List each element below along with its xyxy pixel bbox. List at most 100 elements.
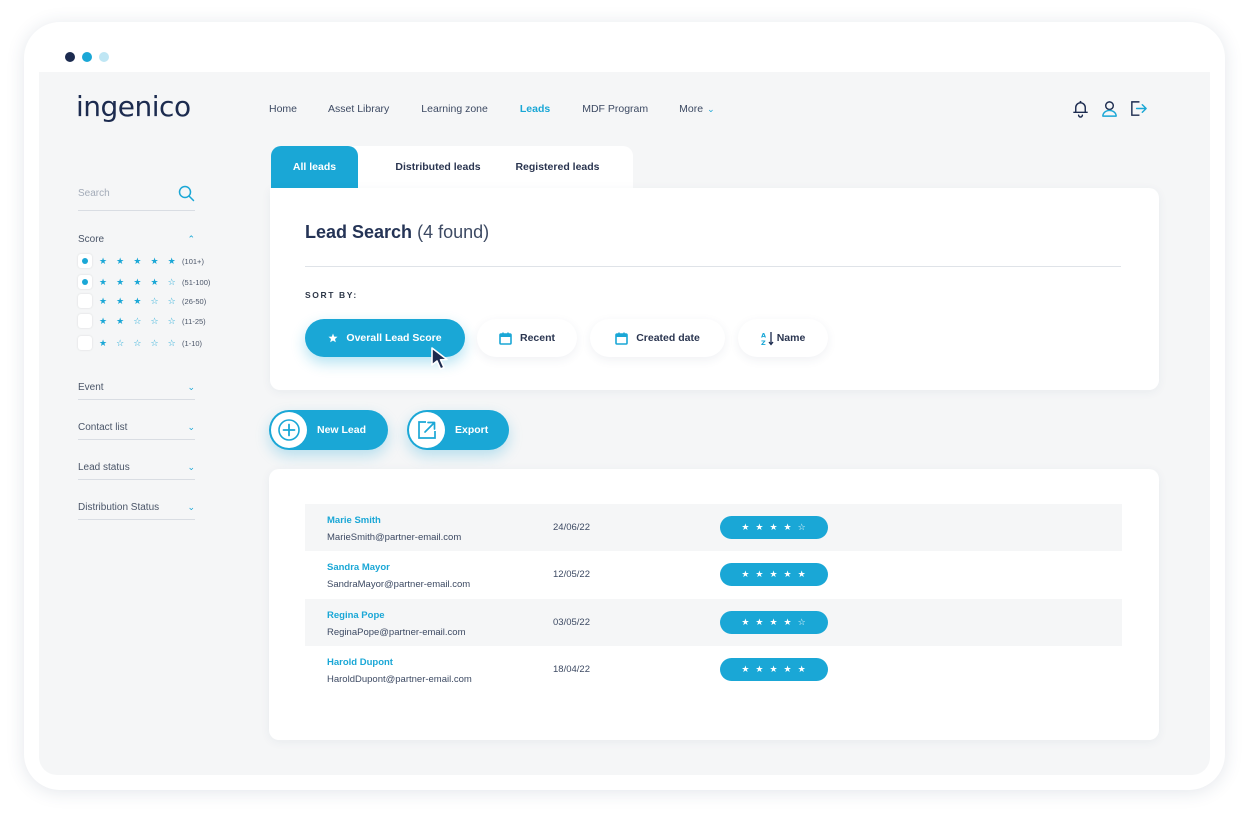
sort-alpha-icon: AZ [761,331,774,346]
score-range: (11-25) [182,316,206,326]
score-option-5[interactable]: ★ ★ ★ ★ ★ (101+) [78,254,204,268]
score-checkbox[interactable] [78,275,92,289]
user-icon[interactable] [1100,99,1119,118]
new-lead-label: New Lead [317,424,367,436]
lead-email: SandraMayor@partner-email.com [327,579,471,590]
header-icons [1071,99,1148,118]
score-range: (1-10) [182,338,203,348]
lead-name[interactable]: Sandra Mayor [327,562,390,573]
ingenico-logo[interactable]: ingenico [76,90,191,123]
nav-leads[interactable]: Leads [520,103,550,115]
table-row[interactable]: Marie Smith MarieSmith@partner-email.com… [305,504,1122,551]
export-icon [409,412,445,448]
filter-lead-status[interactable]: Lead status ⌄ [78,462,195,480]
filter-lead-status-label: Lead status [78,462,130,473]
lead-name[interactable]: Harold Dupont [327,657,393,668]
logout-icon[interactable] [1129,99,1148,118]
mouse-cursor-icon [431,347,448,370]
chevron-down-icon: ⌄ [707,104,715,114]
search-input[interactable] [78,188,168,199]
svg-text:Z: Z [761,339,766,346]
lead-date: 24/06/22 [553,522,590,533]
search-icon[interactable] [178,185,195,202]
sort-recent-label: Recent [519,332,555,344]
nav-home[interactable]: Home [269,103,297,115]
chevron-up-icon: ⌃ [187,234,195,244]
checkbox-checked-dot [82,279,88,285]
window-dot-minimize[interactable] [82,52,92,62]
export-button[interactable]: Export [407,410,509,450]
table-row[interactable]: Sandra Mayor SandraMayor@partner-email.c… [305,551,1122,598]
lead-tabs: All leads Distributed leads Registered l… [271,146,633,188]
window-dot-maximize[interactable] [99,52,109,62]
score-option-1[interactable]: ★ ☆ ☆ ☆ ☆ (1-10) [78,336,202,350]
lead-score-badge: ★★★★★ [720,563,828,586]
sort-name-button[interactable]: AZ Name [738,319,828,357]
notification-bell-icon[interactable] [1071,99,1090,118]
filter-contact-list[interactable]: Contact list ⌄ [78,422,195,440]
score-stars: ★ ★ ★ ★ ☆ [99,276,180,287]
new-lead-button[interactable]: New Lead [269,410,388,450]
tab-all-leads[interactable]: All leads [271,146,358,188]
lead-name[interactable]: Regina Pope [327,610,385,621]
lead-date: 03/05/22 [553,617,590,628]
score-filter-header[interactable]: Score ⌃ [78,234,195,245]
nav-more-label: More [679,103,704,115]
star-icon [328,333,338,343]
nav-mdf-program[interactable]: MDF Program [582,103,648,115]
score-stars: ★ ☆ ☆ ☆ ☆ [99,337,180,348]
chevron-down-icon: ⌄ [187,382,195,392]
calendar-icon [499,332,512,345]
sort-name-label: Name [776,332,806,344]
filter-distribution-status[interactable]: Distribution Status ⌄ [78,502,195,520]
lead-email: MarieSmith@partner-email.com [327,532,462,543]
score-checkbox[interactable] [78,254,92,268]
score-option-2[interactable]: ★ ★ ☆ ☆ ☆ (11-25) [78,314,206,328]
score-filter-label: Score [78,234,105,245]
sidebar-search [78,182,195,211]
lead-date: 12/05/22 [553,569,590,580]
lead-email: HaroldDupont@partner-email.com [327,674,472,685]
filter-contact-list-label: Contact list [78,422,128,433]
export-label: Export [455,424,489,436]
lead-date: 18/04/22 [553,664,590,675]
nav-learning-zone[interactable]: Learning zone [421,103,488,115]
window-dots [65,52,109,62]
sort-created-date-label: Created date [636,332,700,344]
lead-score-badge: ★★★★☆ [720,516,828,539]
lead-search-card [270,188,1159,390]
lead-score-badge: ★★★★☆ [720,611,828,634]
table-row[interactable]: Harold Dupont HaroldDupont@partner-email… [305,646,1122,693]
nav-asset-library[interactable]: Asset Library [328,103,389,115]
score-option-4[interactable]: ★ ★ ★ ★ ☆ (51-100) [78,275,210,289]
page-title: Lead Search (4 found) [305,222,489,243]
lead-email: ReginaPope@partner-email.com [327,627,466,638]
sort-label: SORT BY: [305,290,358,300]
chevron-down-icon: ⌄ [187,422,195,432]
tab-distributed-leads[interactable]: Distributed leads [378,146,498,188]
score-checkbox[interactable] [78,314,92,328]
score-option-3[interactable]: ★ ★ ★ ☆ ☆ (26-50) [78,294,206,308]
score-stars: ★ ★ ★ ★ ★ [99,255,180,266]
calendar-icon [615,332,628,345]
score-checkbox[interactable] [78,294,92,308]
sort-created-date-button[interactable]: Created date [590,319,725,357]
divider [305,266,1121,267]
nav-more[interactable]: More ⌄ [679,103,714,115]
lead-score-badge: ★★★★★ [720,658,828,681]
score-range: (26-50) [182,296,207,306]
score-range: (51-100) [182,277,211,287]
lead-name[interactable]: Marie Smith [327,515,381,526]
score-stars: ★ ★ ★ ☆ ☆ [99,295,180,306]
score-range: (101+) [182,256,204,266]
tab-registered-leads[interactable]: Registered leads [506,146,609,188]
score-stars: ★ ★ ☆ ☆ ☆ [99,315,180,326]
page-title-text: Lead Search [305,222,413,242]
plus-icon [271,412,307,448]
filter-event[interactable]: Event ⌄ [78,382,195,400]
sort-recent-button[interactable]: Recent [477,319,577,357]
table-row[interactable]: Regina Pope ReginaPope@partner-email.com… [305,599,1122,646]
window-dot-close[interactable] [65,52,75,62]
score-checkbox[interactable] [78,336,92,350]
chevron-down-icon: ⌄ [187,502,195,512]
